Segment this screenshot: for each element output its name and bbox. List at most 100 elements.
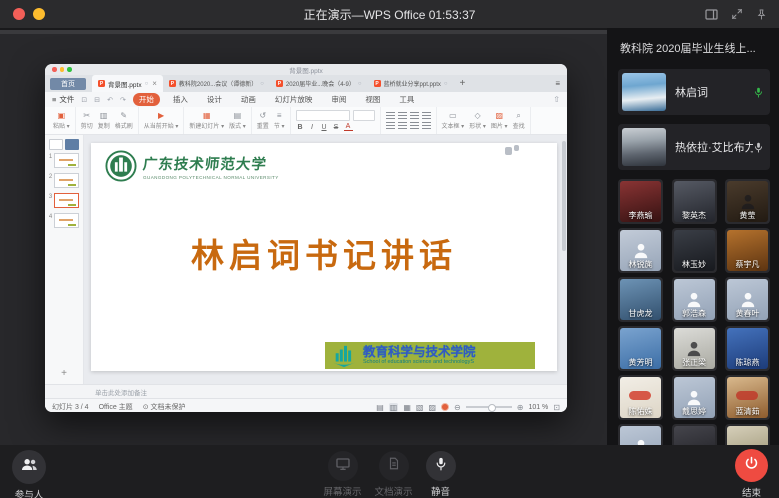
format-a-button[interactable]: A [344,123,353,131]
participant-video-tile[interactable]: 热依拉·艾比布力 [618,124,770,170]
slide-thumbnail-3[interactable]: 3 [49,193,79,208]
toolbar-brush-button[interactable]: ✎格式刷 [115,111,133,130]
participants-button[interactable]: 参与人 [12,450,46,498]
record-button[interactable] [441,403,449,411]
zoom-out-icon[interactable]: ⊖ [454,403,461,412]
redo-icon[interactable]: ↷ [120,96,126,104]
menu-tab-5[interactable]: 审阅 [325,93,352,106]
zoom-in-icon[interactable]: ⊕ [517,403,524,412]
menu-tab-3[interactable]: 动画 [235,93,262,106]
participant-grid-tile[interactable]: 黄莹 [725,179,770,224]
wps-document-tab[interactable]: P教科院2020...会议（谭德新）○ [163,75,270,92]
new-tab-button[interactable]: + [460,78,466,89]
paragraph-format-icon[interactable] [422,122,431,129]
paragraph-format-icon[interactable] [386,112,395,119]
print-icon[interactable]: ⊟ [94,96,100,104]
slide-sorter-view-icon[interactable]: ▦ [403,403,411,412]
participant-grid-tile[interactable]: 陈琼燕 [725,326,770,371]
slide-thumbnail-1[interactable]: 1 [49,153,79,168]
zoom-slider[interactable] [466,406,512,408]
play-view-icon[interactable]: ▨ [428,403,436,412]
participant-grid-tile[interactable]: 黄春叶 [725,277,770,322]
format-b-button[interactable]: B [296,124,305,131]
menu-tab-1[interactable]: 插入 [167,93,194,106]
add-slide-button[interactable]: + [61,368,67,379]
toolbar-copy-button[interactable]: ▥复制 [98,111,110,130]
file-menu[interactable]: ≡文件 [52,94,74,105]
notes-bar[interactable]: 单击此处添加备注 [45,384,567,398]
toolbar-layout-button[interactable]: ▤版式 ▾ [229,111,246,130]
toolbar-section-button[interactable]: ≡节 ▾ [274,111,285,130]
end-meeting-button[interactable]: 结束 [735,449,768,498]
participant-grid-tile[interactable]: 陈佑姝 [618,375,663,420]
format-u-button[interactable]: U [320,124,329,131]
toolbar-shape-button[interactable]: ◇形状 ▾ [469,111,486,130]
tab-list-icon[interactable]: ≡ [555,79,560,88]
participant-grid-tile[interactable]: 林锐旄 [618,228,663,273]
undo-icon[interactable]: ↶ [107,96,113,104]
slide-thumbnail-2[interactable]: 2 [49,173,79,188]
wps-document-tab[interactable]: P蓝桥就业分享ppt.pptx○ [368,75,454,92]
paragraph-format-icon[interactable] [410,122,419,129]
menu-tab-0[interactable]: 开始 [133,93,160,106]
wps-document-tab[interactable]: P背景图.pptx○× [92,75,163,92]
participant-grid-tile[interactable]: 郭浩森 [672,277,717,322]
toolbar-textbox-button[interactable]: ▭文本框 ▾ [442,111,465,130]
participant-avatar: 甘虎龙 [620,279,661,320]
current-slide[interactable]: 广东技术师范大学 GUANGDONG POLYTECHNICAL NORMAL … [91,143,557,371]
participant-grid-tile[interactable]: 张绮霞 [725,424,770,445]
participant-grid-tile[interactable]: 张正梁 [672,326,717,371]
outline-view-toggle[interactable] [49,139,63,150]
toolbar-play-button[interactable]: ▶从当前开始 ▾ [144,111,179,130]
exit-fullscreen-icon[interactable] [731,8,743,20]
format-i-button[interactable]: I [308,124,317,131]
fit-screen-icon[interactable]: ⊡ [553,403,560,412]
vertical-scrollbar[interactable] [562,141,566,251]
menu-tab-6[interactable]: 视图 [359,93,386,106]
mute-button[interactable]: 静音 [426,451,456,498]
participant-grid-tile[interactable]: 林玉妙 [672,228,717,273]
font-size-select[interactable] [353,110,375,121]
wps-document-tab[interactable]: P2020届毕业...晚会（4-9）○ [270,75,368,92]
close-tab-icon[interactable]: × [152,79,157,88]
paragraph-format-icon[interactable] [386,122,395,129]
participant-grid-tile[interactable]: 刘栋 [618,424,663,445]
menu-tab-2[interactable]: 设计 [201,93,228,106]
menu-tab-7[interactable]: 工具 [393,93,420,106]
toolbar-reset-button[interactable]: ↺重置 [257,111,269,130]
wps-presentation-file-icon: P [169,80,176,87]
participant-grid-tile[interactable]: 叶依玲 [672,424,717,445]
document-protection-status[interactable]: ⊙ 文档未保护 [143,402,186,412]
paragraph-format-icon[interactable] [398,112,407,119]
normal-view-icon[interactable]: ▥ [389,403,399,412]
participant-grid-tile[interactable]: 蔡宇凡 [725,228,770,273]
participant-grid-tile[interactable]: 戴思婷 [672,375,717,420]
format-s-button[interactable]: S [332,124,341,131]
participant-grid-tile[interactable]: 李燕瑜 [618,179,663,224]
share-icon[interactable]: ⇧ [553,95,560,104]
font-name-select[interactable] [296,110,350,121]
toolbar-new-slide-button[interactable]: ▦新建幻灯片 ▾ [189,111,224,130]
toolbar-paste-button[interactable]: ▣粘贴 ▾ [53,111,70,130]
toolbar-image-button[interactable]: ▨图片 ▾ [491,111,508,130]
notes-view-icon[interactable]: ▤ [376,403,384,412]
paragraph-format-icon[interactable] [422,112,431,119]
participant-video-tile[interactable]: 林启词 [618,69,770,115]
participant-grid-tile[interactable]: 甘虎龙 [618,277,663,322]
wps-home-button[interactable]: 首页 [50,78,86,90]
toolbar-find-button[interactable]: ⌕查找 [513,111,525,130]
wps-office-window[interactable]: 背景图.pptx 首页 P背景图.pptx○×P教科院2020...会议（谭德新… [45,64,567,412]
participant-grid-tile[interactable]: 黎英杰 [672,179,717,224]
toolbar-cut-button[interactable]: ✂剪切 [81,111,93,130]
reading-view-icon[interactable]: ▧ [416,403,424,412]
slides-view-toggle[interactable] [65,139,79,150]
pin-icon[interactable] [756,8,767,21]
paragraph-format-icon[interactable] [410,112,419,119]
view-layout-icon[interactable] [705,9,718,20]
save-icon[interactable]: ⊡ [81,96,87,104]
paragraph-format-icon[interactable] [398,122,407,129]
menu-tab-4[interactable]: 幻灯片放映 [269,93,319,106]
participant-grid-tile[interactable]: 蓝清茹 [725,375,770,420]
participant-grid-tile[interactable]: 黄芳明 [618,326,663,371]
slide-thumbnail-4[interactable]: 4 [49,213,79,228]
